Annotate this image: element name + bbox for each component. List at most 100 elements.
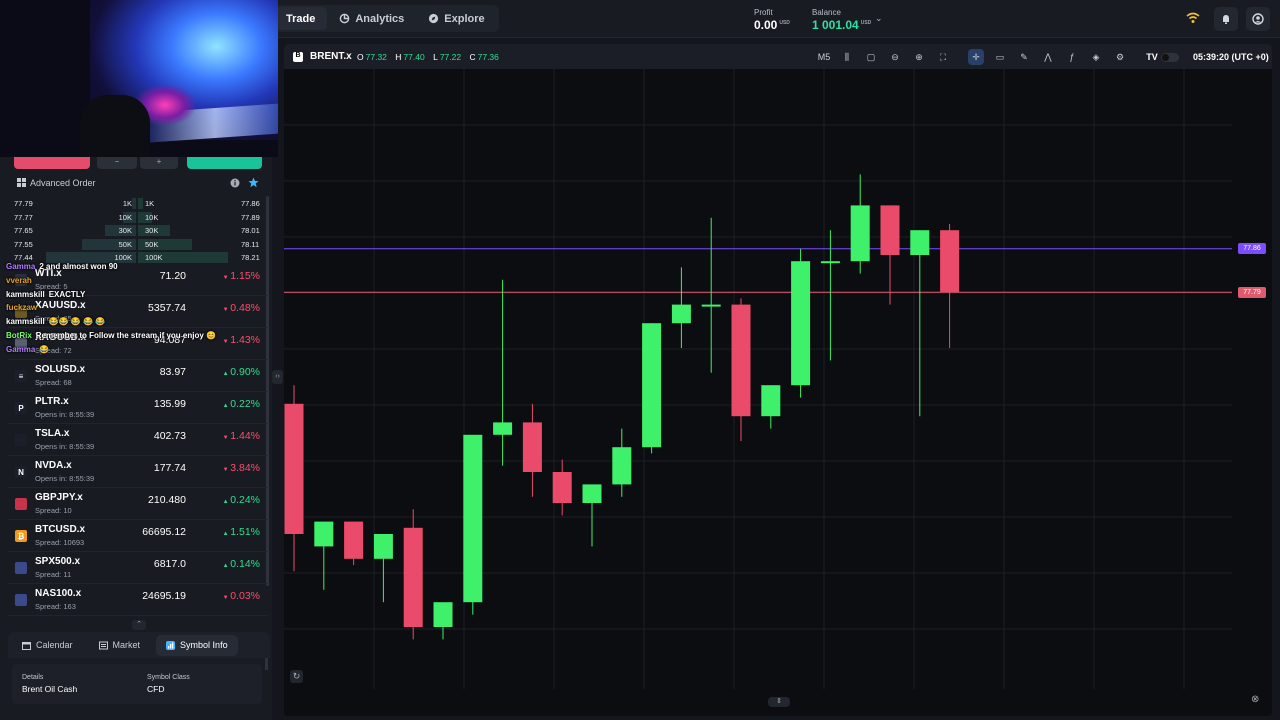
candle-body[interactable] (791, 261, 811, 386)
ask-price: 77.89 (241, 212, 260, 222)
candle-body[interactable] (940, 230, 960, 293)
watchlist-symbol: BTCUSD.x (35, 524, 86, 535)
candle-body[interactable] (880, 205, 900, 255)
candle-body[interactable] (344, 521, 364, 559)
candlestick-chart[interactable] (284, 69, 1232, 689)
candle-body[interactable] (910, 230, 930, 255)
watchlist-row[interactable]: N NVDA.x Opens in: 8:55:39 177.74 ▼ 3.84% (8, 456, 268, 488)
candle-body[interactable] (463, 434, 483, 603)
candle-body[interactable] (850, 205, 870, 262)
candle-body[interactable] (552, 472, 572, 503)
details-scrollbar[interactable] (265, 658, 268, 670)
bell-icon[interactable] (1214, 7, 1238, 31)
bid-size: 50K (118, 239, 132, 249)
bid-price: 77.55 (14, 239, 33, 249)
increase-button[interactable]: + (140, 157, 178, 169)
collapse-panel-icon[interactable]: ‹› (272, 370, 283, 384)
watchlist-subtext: Opens in: 8:55:39 (35, 474, 95, 483)
watchlist-row[interactable]: ≡ SOLUSD.x Spread: 68 83.97 ▲ 0.90% (8, 360, 268, 392)
candle-type-icon[interactable]: ⫼ (839, 49, 855, 65)
theme-toggle[interactable] (1161, 53, 1179, 62)
candle-body[interactable] (612, 447, 632, 485)
watchlist-symbol: SOLUSD.x (35, 364, 86, 375)
fullscreen-icon[interactable]: ⛶ (935, 49, 951, 65)
chevron-down-icon[interactable]: ⌄ (875, 13, 883, 24)
tab-symbol-info[interactable]: Symbol Info (156, 634, 238, 656)
candle-body[interactable] (403, 527, 423, 627)
candle-body[interactable] (731, 304, 751, 417)
order-book-row[interactable]: 77.55 50K 50K 78.11 (10, 238, 264, 252)
zoom-in-icon[interactable]: ⊕ (911, 49, 927, 65)
ruler-icon[interactable]: ▭ (992, 49, 1008, 65)
nav-trade[interactable]: Trade (274, 7, 328, 30)
settings-icon[interactable]: ⚙ (1112, 49, 1128, 65)
symbol-info-icon (166, 640, 176, 650)
chat-message: fuckzaw (6, 303, 266, 317)
analytics-icon (340, 13, 350, 24)
timeframe-button[interactable]: M5 (815, 49, 833, 65)
symbol-class-label: Symbol Class (147, 674, 190, 681)
palantir-icon: P (15, 402, 27, 414)
sell-button[interactable] (14, 157, 90, 169)
symbol-details: Details Brent Oil Cash Symbol Class CFD (12, 664, 262, 704)
star-icon[interactable] (248, 177, 259, 188)
watchlist-row[interactable]: ₿ BTCUSD.x Spread: 10693 66695.12 ▲ 1.51% (8, 520, 268, 552)
order-book-row[interactable]: 77.77 10K 10K 77.89 (10, 211, 264, 225)
candle-body[interactable] (373, 534, 393, 559)
reset-chart-icon[interactable]: ↻ (290, 670, 303, 683)
ask-price: 77.86 (241, 199, 260, 208)
watchlist-symbol: PLTR.x (35, 396, 69, 407)
user-icon[interactable] (1246, 7, 1270, 31)
ask-size: 30K (145, 226, 159, 235)
candle-body[interactable] (701, 304, 721, 307)
candle-body[interactable] (284, 403, 304, 534)
info-icon[interactable] (230, 178, 240, 188)
watchlist-row[interactable]: NAS100.x Spread: 163 24695.19 ▼ 0.03% (8, 584, 268, 616)
pencil-icon[interactable]: ✎ (1016, 49, 1032, 65)
nav-analytics[interactable]: Analytics (327, 7, 416, 30)
profit-value: 0.00 USD (754, 18, 790, 32)
candle-body[interactable] (433, 602, 453, 627)
watchlist-change: ▲ 1.51% (222, 526, 260, 538)
candle-body[interactable] (493, 422, 513, 435)
tab-market[interactable]: Market (89, 635, 151, 656)
chart-symbol[interactable]: BRENT.x (310, 51, 352, 62)
indicator-icon[interactable]: ƒ (1064, 49, 1080, 65)
pattern-icon[interactable]: ⋀ (1040, 49, 1056, 65)
advanced-order-header[interactable]: Advanced Order (8, 173, 270, 193)
webcam-overlay (0, 0, 278, 157)
details-value: Brent Oil Cash (22, 684, 78, 694)
candle-body[interactable] (522, 422, 542, 472)
layers-icon[interactable]: ◈ (1088, 49, 1104, 65)
nav-explore[interactable]: Explore (416, 7, 496, 30)
watchlist-row[interactable]: P PLTR.x Opens in: 8:55:39 135.99 ▲ 0.22% (8, 392, 268, 424)
order-book-row[interactable]: 77.65 30K 30K 78.01 (10, 224, 264, 238)
watchlist-row[interactable]: GBPJPY.x Spread: 10 210.480 ▲ 0.24% (8, 488, 268, 520)
bid-size: 1K (122, 199, 132, 208)
balance-display[interactable]: Balance 1 001.04 USD (812, 8, 871, 32)
profit-display: Profit 0.00 USD (754, 8, 790, 32)
candle-body[interactable] (314, 521, 334, 547)
bitcoin-icon: ₿ (15, 530, 27, 542)
candle-body[interactable] (761, 385, 781, 417)
rectangle-icon[interactable]: ▢ (863, 49, 879, 65)
scroll-time-icon[interactable]: ⇕ (768, 697, 790, 707)
decrease-button[interactable]: − (97, 157, 137, 169)
buy-button[interactable] (187, 157, 262, 169)
close-circle-icon[interactable]: ⊗ (1251, 694, 1263, 706)
order-book-row[interactable]: 77.79 1K 1K 77.86 (10, 197, 264, 211)
candle-body[interactable] (642, 323, 662, 448)
ask-price: 78.11 (241, 239, 260, 249)
bid-size: 10K (118, 212, 132, 222)
watchlist-subtext: Spread: 68 (35, 378, 72, 387)
expand-panel-icon[interactable]: ⌃ (132, 620, 146, 630)
crosshair-icon[interactable]: ✛ (968, 49, 984, 65)
zoom-out-icon[interactable]: ⊖ (887, 49, 903, 65)
candle-body[interactable] (820, 261, 840, 264)
candle-body[interactable] (582, 484, 602, 503)
candle-body[interactable] (671, 304, 691, 324)
bid-price: 77.79 (14, 199, 33, 208)
tab-calendar[interactable]: Calendar (12, 635, 83, 656)
watchlist-row[interactable]: SPX500.x Spread: 11 6817.0 ▲ 0.14% (8, 552, 268, 584)
watchlist-row[interactable]: TSLA.x Opens in: 8:55:39 402.73 ▼ 1.44% (8, 424, 268, 456)
